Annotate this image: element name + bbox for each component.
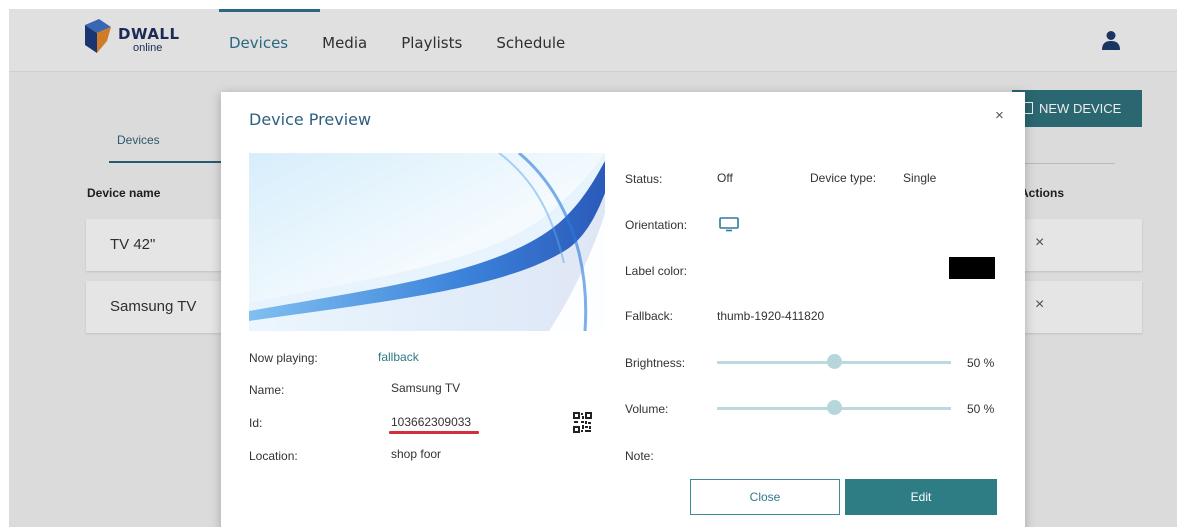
delete-icon[interactable]: ×	[1035, 234, 1044, 252]
user-account-icon[interactable]	[1102, 30, 1120, 50]
brightness-value: 50 %	[967, 356, 995, 370]
volume-value: 50 %	[967, 402, 995, 416]
nav-schedule[interactable]: Schedule	[496, 9, 565, 72]
name-label: Name:	[249, 383, 285, 397]
note-label: Note:	[625, 449, 654, 463]
new-device-label: NEW DEVICE	[1039, 101, 1122, 116]
status-value: Off	[717, 171, 733, 185]
fallback-value: thumb-1920-411820	[717, 309, 825, 323]
brightness-label: Brightness:	[625, 356, 686, 370]
device-preview-image	[249, 153, 605, 331]
dwall-logo-mark-icon	[85, 19, 111, 53]
volume-label: Volume:	[625, 402, 669, 416]
label-color-label: Label color:	[625, 264, 688, 278]
id-value: 103662309033	[391, 415, 472, 429]
device-type-value: Single	[903, 171, 937, 185]
location-value: shop foor	[391, 447, 442, 461]
nav-playlists[interactable]: Playlists	[401, 9, 462, 72]
location-label: Location:	[249, 449, 298, 463]
top-navigation-bar: DWALL online Devices Media Playlists Sch…	[9, 9, 1177, 72]
dwall-logo[interactable]: DWALL online	[83, 17, 193, 59]
tab-devices[interactable]: Devices	[109, 133, 229, 165]
status-label: Status:	[625, 172, 663, 186]
app-window: DWALL online Devices Media Playlists Sch…	[9, 9, 1177, 527]
device-preview-dialog: Device Preview × Now playing: fallback N…	[221, 92, 1025, 527]
logo-wordmark: DWALL	[118, 25, 180, 43]
dialog-title: Device Preview	[249, 110, 372, 129]
id-label: Id:	[249, 416, 263, 430]
orientation-label: Orientation:	[625, 218, 688, 232]
now-playing-link[interactable]: fallback	[378, 350, 419, 364]
new-device-button[interactable]: NEW DEVICE	[1012, 90, 1142, 127]
main-nav: Devices Media Playlists Schedule	[218, 9, 599, 72]
qr-code-icon[interactable]	[573, 412, 592, 433]
column-header-actions: Actions	[1020, 186, 1065, 200]
device-name-cell: TV 42"	[110, 236, 156, 253]
fallback-label: Fallback:	[625, 309, 674, 323]
now-playing-label: Now playing:	[249, 351, 318, 365]
brightness-slider-handle[interactable]	[826, 354, 842, 369]
device-name-cell: Samsung TV	[110, 298, 197, 315]
label-color-swatch[interactable]	[949, 257, 995, 279]
column-header-device-name[interactable]: Device name	[87, 186, 160, 200]
nav-media[interactable]: Media	[322, 9, 367, 72]
delete-icon[interactable]: ×	[1035, 296, 1044, 314]
monitor-landscape-icon	[719, 217, 739, 232]
device-type-label: Device type:	[810, 171, 877, 185]
id-underline-annotation	[389, 431, 479, 434]
logo-subtitle: online	[133, 42, 163, 54]
edit-button[interactable]: Edit	[845, 479, 997, 515]
name-value: Samsung TV	[391, 381, 461, 395]
close-icon[interactable]: ×	[995, 107, 1004, 124]
volume-slider-handle[interactable]	[826, 400, 842, 415]
nav-devices[interactable]: Devices	[218, 9, 321, 72]
close-button[interactable]: Close	[690, 479, 840, 515]
